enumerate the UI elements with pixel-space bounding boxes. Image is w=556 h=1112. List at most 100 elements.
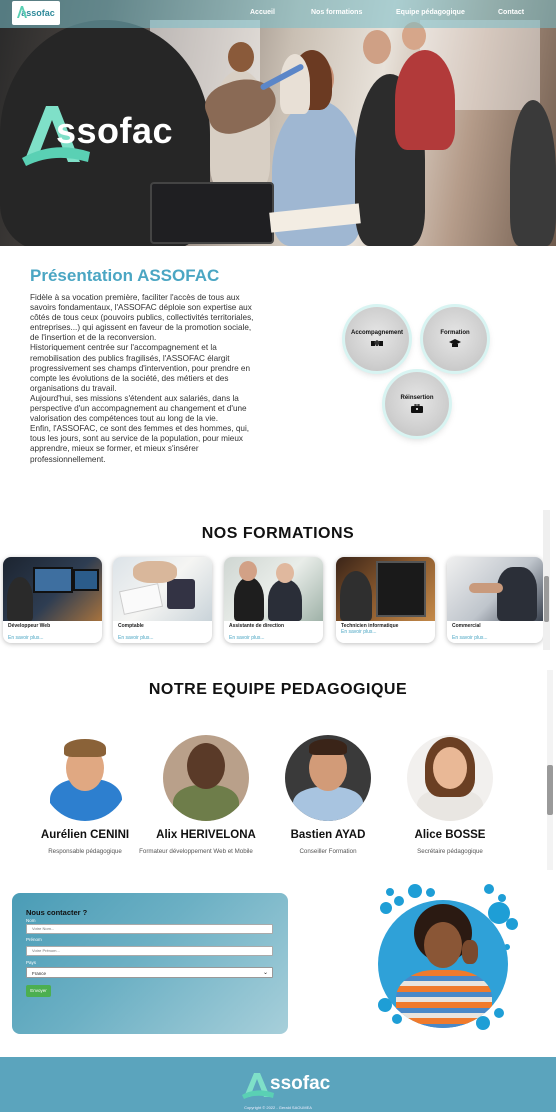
member-role: Secrétaire pédagogique — [417, 848, 483, 855]
attendee-figure — [280, 54, 310, 114]
formation-card-assistante[interactable]: Assistante de direction En savoir plus..… — [224, 557, 323, 643]
document-shape — [118, 583, 164, 615]
footer: ssofac Copyright © 2022 - Gerald SAOUMEA — [0, 1057, 556, 1112]
nav-link-formations[interactable]: Nos formations — [311, 9, 362, 16]
member-role: Formateur développement Web et Mobile — [139, 848, 253, 855]
hair-shape — [64, 739, 106, 757]
presentation-paragraph: Historiquement centrée sur l'accompagnem… — [30, 343, 251, 393]
hero-banner: ssofac — [0, 0, 556, 246]
top-navigation: assofac Accueil Nos formations Equipe pé… — [0, 0, 556, 28]
card-more-link[interactable]: En savoir plus... — [118, 635, 154, 641]
card-label: Développeur Web — [8, 623, 51, 629]
handshake-icon — [371, 340, 383, 346]
person-shape — [234, 577, 264, 621]
head-shape — [276, 563, 294, 583]
dot — [506, 918, 518, 930]
scrollbar-thumb[interactable] — [547, 765, 553, 815]
dot — [484, 884, 494, 894]
bubble-reinsertion: Réinsertion — [385, 372, 449, 436]
card-more-link[interactable]: En savoir plus... — [229, 635, 265, 641]
attendee-head — [363, 30, 391, 64]
briefcase-icon — [411, 404, 423, 413]
developer-photo — [3, 557, 102, 621]
presentation-text: Fidèle à sa vocation première, faciliter… — [30, 293, 254, 465]
member-name: Alice BOSSE — [414, 829, 486, 841]
country-label: Pays — [26, 960, 37, 965]
head-shape — [239, 561, 257, 581]
nav-link-contact[interactable]: Contact — [498, 9, 524, 16]
formation-card-commercial[interactable]: Commercial En savoir plus... — [447, 557, 543, 643]
avatar — [42, 735, 128, 821]
card-more-link[interactable]: En savoir plus... — [452, 635, 488, 641]
assistant-photo — [224, 557, 323, 621]
bubble-label: Accompagnement — [350, 330, 403, 336]
shirt-shape — [173, 785, 239, 821]
presentation-title: Présentation ASSOFAC — [30, 266, 220, 285]
footer-logo-text: ssofac — [270, 1073, 331, 1094]
bubble-label: Réinsertion — [400, 395, 434, 401]
technician-photo — [336, 557, 435, 621]
face-shape — [433, 747, 467, 789]
monitor-shape — [73, 569, 99, 591]
team-scrollbar[interactable] — [547, 670, 553, 870]
nav-logo[interactable]: assofac — [12, 1, 60, 25]
person-shape — [7, 577, 33, 621]
attendee-figure — [395, 50, 455, 150]
firstname-label: Prénom — [26, 937, 42, 942]
face-shape — [424, 922, 462, 968]
firstname-input[interactable] — [26, 946, 273, 956]
chair-figure — [510, 100, 556, 246]
contact-photo — [378, 900, 508, 1028]
dot — [408, 884, 422, 898]
submit-button[interactable]: Envoyer — [26, 985, 51, 997]
hands-shape — [133, 561, 177, 583]
card-more-link[interactable]: En savoir plus... — [8, 635, 44, 641]
server-rack-shape — [376, 561, 426, 617]
card-label: Comptable — [118, 623, 144, 629]
dot — [394, 896, 404, 906]
graduation-cap-icon — [449, 339, 461, 347]
attendee-head — [228, 42, 254, 72]
presentation-paragraph: Fidèle à sa vocation première, faciliter… — [30, 293, 254, 343]
laptop — [150, 182, 274, 244]
member-role: Conseiller Formation — [299, 848, 357, 855]
formation-card-technicien[interactable]: Technicien informatique En savoir plus..… — [336, 557, 435, 643]
member-name: Alix HERIVELONA — [156, 829, 256, 841]
face-shape — [187, 743, 225, 789]
avatar — [285, 735, 371, 821]
formation-card-comptable[interactable]: Comptable En savoir plus... — [113, 557, 212, 643]
person-shape — [497, 567, 537, 621]
handshake-shape — [469, 583, 503, 593]
hair-shape — [309, 739, 347, 755]
formation-card-developpeur[interactable]: Développeur Web En savoir plus... — [3, 557, 102, 643]
scrollbar-thumb[interactable] — [544, 576, 549, 622]
bubble-accompagnement: Accompagnement — [345, 307, 409, 371]
card-more-link[interactable]: En savoir plus... — [341, 629, 377, 635]
presentation-paragraph: Enfin, l'ASSOFAC, ce sont des femmes et … — [30, 424, 250, 464]
person-shape — [268, 579, 302, 621]
contact-title: Nous contacter ? — [26, 908, 88, 917]
copyright-text: Copyright © 2022 - Gerald SAOUMEA — [244, 1105, 312, 1110]
name-input[interactable] — [26, 924, 273, 934]
avatar — [163, 735, 249, 821]
formations-scrollbar[interactable] — [543, 510, 550, 650]
member-role: Responsable pédagogique — [48, 848, 122, 855]
shirt-shape — [293, 787, 363, 821]
bubble-label: Formation — [440, 330, 470, 336]
avatar — [407, 735, 493, 821]
team-title: NOTRE EQUIPE PEDAGOGIQUE — [148, 681, 408, 698]
name-label: Nom — [26, 918, 36, 923]
assofac-a-icon — [17, 6, 27, 18]
hand-shape — [462, 940, 478, 964]
country-select[interactable]: France ⌄ — [26, 967, 273, 978]
nav-link-accueil[interactable]: Accueil — [250, 9, 275, 16]
accountant-photo — [113, 557, 212, 621]
dot — [494, 1008, 504, 1018]
country-select-value: France — [32, 971, 47, 976]
presentation-paragraph: Aujourd'hui, ses missions s'étendent aux… — [30, 393, 247, 424]
nav-link-equipe[interactable]: Equipe pédagogique — [396, 9, 465, 16]
card-label: Commercial — [452, 623, 481, 629]
formations-title: NOS FORMATIONS — [201, 525, 355, 542]
hero-logo-text: ssofac — [56, 110, 174, 151]
bubble-formation: Formation — [423, 307, 487, 371]
